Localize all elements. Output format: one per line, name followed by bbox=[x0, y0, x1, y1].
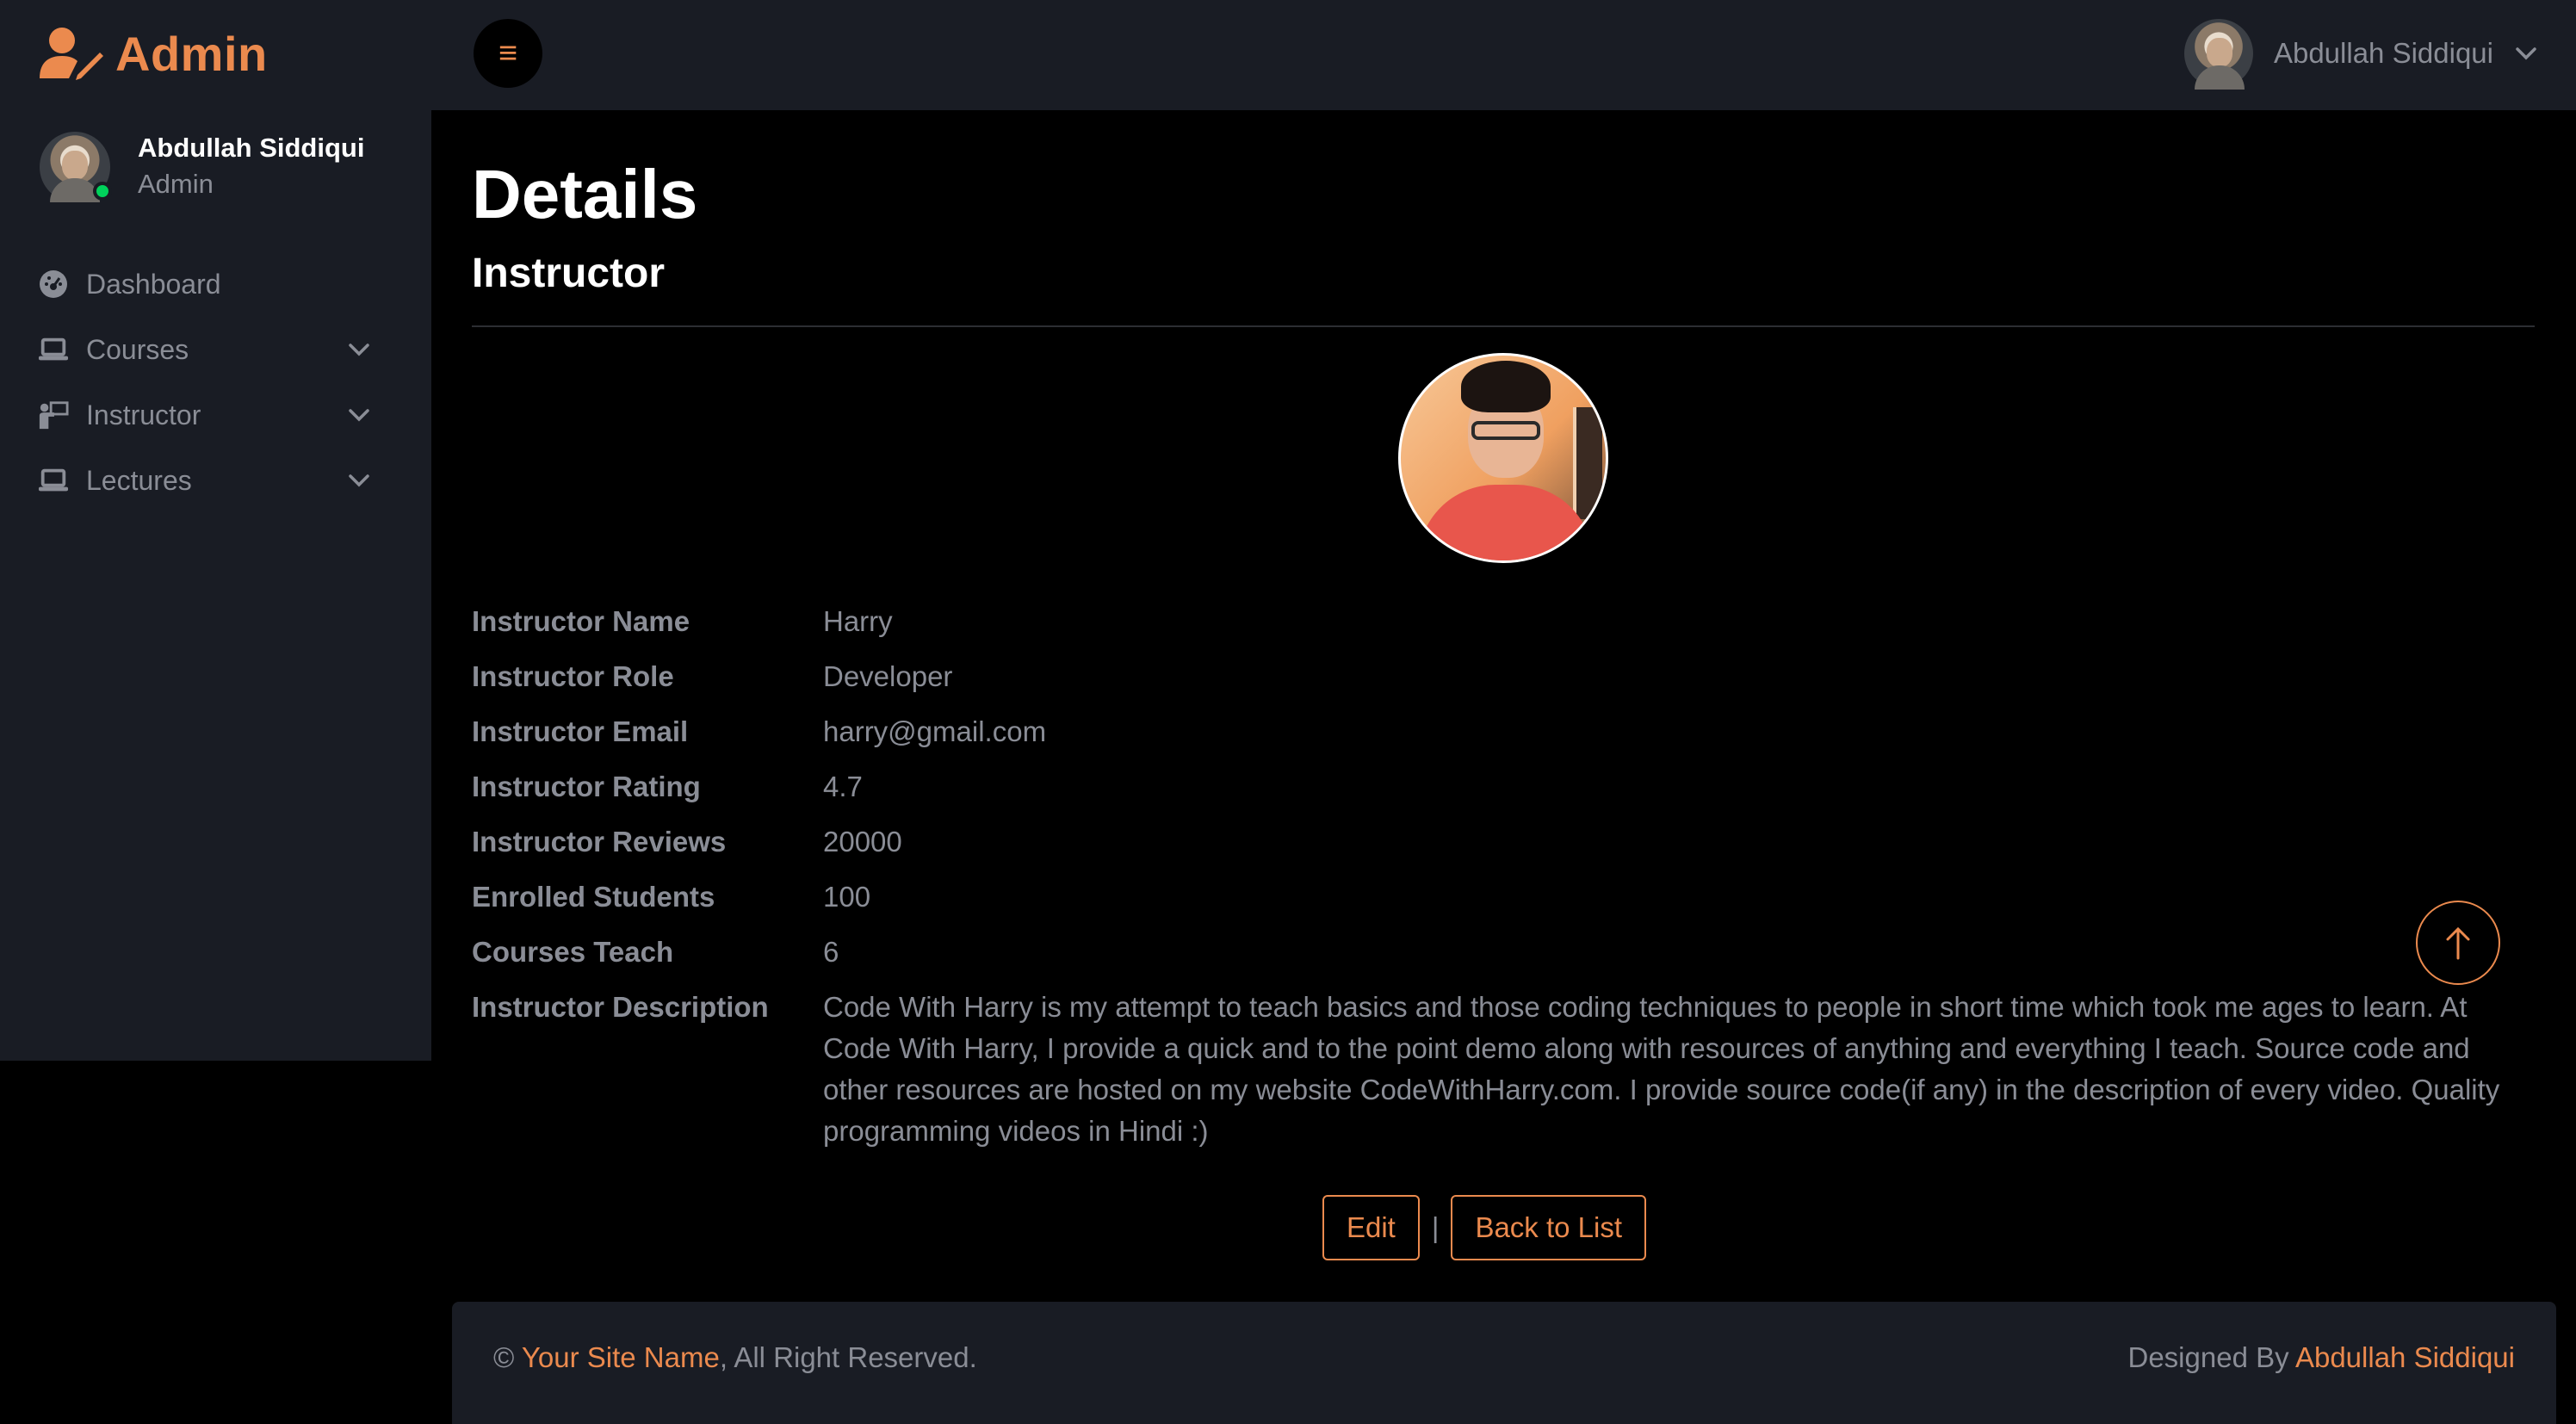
avatar bbox=[40, 132, 112, 202]
instructor-photo bbox=[1398, 353, 1608, 563]
profile-role: Admin bbox=[138, 169, 214, 199]
sidebar-item-instructor[interactable]: Instructor bbox=[0, 382, 431, 448]
sidebar-item-label: Dashboard bbox=[86, 268, 221, 300]
footer-copyright: © Your Site Name, All Right Reserved. bbox=[493, 1341, 977, 1374]
detail-label: Instructor Email bbox=[472, 715, 689, 747]
designed-by-label: Designed By bbox=[2127, 1341, 2289, 1373]
footer-credit: Designed By Abdullah Siddiqui bbox=[2128, 1341, 2516, 1374]
site-name-link[interactable]: Your Site Name bbox=[522, 1341, 720, 1373]
brand-name: Admin bbox=[115, 26, 268, 81]
user-menu[interactable]: Abdullah Siddiqui bbox=[2183, 19, 2538, 90]
page-title: Details bbox=[472, 156, 698, 232]
detail-value: harry@gmail.com bbox=[823, 715, 1047, 747]
sidebar-profile[interactable]: Abdullah Siddiqui Admin bbox=[40, 131, 364, 203]
laptop-icon bbox=[38, 465, 69, 496]
menu-toggle-button[interactable]: ≡ bbox=[474, 19, 542, 88]
instructor-icon bbox=[38, 399, 69, 430]
chevron-down-icon bbox=[2516, 47, 2536, 60]
detail-value: 20000 bbox=[823, 826, 902, 857]
detail-row-students: Enrolled Students 100 bbox=[472, 870, 2535, 925]
chevron-down-icon bbox=[349, 474, 369, 487]
detail-row-name: Instructor Name Harry bbox=[472, 594, 2535, 649]
profile-name: Abdullah Siddiqui bbox=[138, 133, 365, 163]
detail-row-rating: Instructor Rating 4.7 bbox=[472, 759, 2535, 814]
laptop-icon bbox=[38, 334, 69, 365]
divider bbox=[472, 325, 2535, 327]
dashboard-icon bbox=[38, 269, 69, 300]
detail-label: Enrolled Students bbox=[472, 881, 715, 913]
detail-label: Instructor Description bbox=[472, 991, 769, 1023]
detail-label: Instructor Role bbox=[472, 660, 674, 692]
detail-row-description: Instructor Description Code With Harry i… bbox=[472, 980, 2535, 1152]
sidebar-nav: Dashboard Courses Instructor Lectures bbox=[0, 251, 431, 513]
detail-label: Instructor Reviews bbox=[472, 826, 727, 857]
detail-row-reviews: Instructor Reviews 20000 bbox=[472, 814, 2535, 870]
detail-label: Instructor Rating bbox=[472, 771, 701, 802]
arrow-up-icon bbox=[2446, 926, 2470, 960]
detail-label: Courses Teach bbox=[472, 936, 674, 968]
detail-row-courses: Courses Teach 6 bbox=[472, 925, 2535, 980]
footer-rights: , All Right Reserved. bbox=[719, 1341, 977, 1373]
designer-link[interactable]: Abdullah Siddiqui bbox=[2295, 1341, 2515, 1373]
details-list: Instructor Name Harry Instructor Role De… bbox=[472, 594, 2535, 1152]
detail-value: 4.7 bbox=[823, 771, 863, 802]
action-bar: Edit | Back to List bbox=[472, 1195, 2535, 1260]
user-edit-icon bbox=[40, 28, 103, 80]
user-name: Abdullah Siddiqui bbox=[2273, 37, 2493, 69]
footer: © Your Site Name, All Right Reserved. De… bbox=[452, 1302, 2556, 1424]
edit-button[interactable]: Edit bbox=[1322, 1195, 1420, 1260]
action-separator: | bbox=[1431, 1211, 1440, 1243]
sidebar-item-label: Instructor bbox=[86, 399, 201, 430]
sidebar-item-dashboard[interactable]: Dashboard bbox=[0, 251, 431, 317]
hamburger-icon: ≡ bbox=[498, 34, 518, 71]
detail-value: 6 bbox=[823, 936, 839, 968]
avatar bbox=[2183, 19, 2253, 90]
back-to-list-button[interactable]: Back to List bbox=[1451, 1195, 1647, 1260]
page-subtitle: Instructor bbox=[472, 251, 666, 296]
chevron-down-icon bbox=[349, 409, 369, 422]
detail-value: Code With Harry is my attempt to teach b… bbox=[823, 991, 2500, 1147]
detail-row-email: Instructor Email harry@gmail.com bbox=[472, 704, 2535, 759]
sidebar: Admin Abdullah Siddiqui Admin Dashboard … bbox=[0, 0, 431, 1061]
copyright-symbol: © bbox=[493, 1341, 515, 1373]
chevron-down-icon bbox=[349, 344, 369, 356]
sidebar-item-label: Courses bbox=[86, 333, 189, 365]
sidebar-item-label: Lectures bbox=[86, 464, 192, 496]
topbar: ≡ Abdullah Siddiqui bbox=[431, 0, 2576, 110]
detail-row-role: Instructor Role Developer bbox=[472, 649, 2535, 704]
online-status-dot bbox=[93, 182, 112, 201]
sidebar-item-lectures[interactable]: Lectures bbox=[0, 448, 431, 513]
detail-value: Harry bbox=[823, 605, 893, 637]
detail-label: Instructor Name bbox=[472, 605, 690, 637]
detail-value: 100 bbox=[823, 881, 871, 913]
sidebar-item-courses[interactable]: Courses bbox=[0, 317, 431, 382]
scroll-to-top-button[interactable] bbox=[2416, 901, 2500, 985]
detail-value: Developer bbox=[823, 660, 953, 692]
brand-logo[interactable]: Admin bbox=[40, 19, 268, 88]
